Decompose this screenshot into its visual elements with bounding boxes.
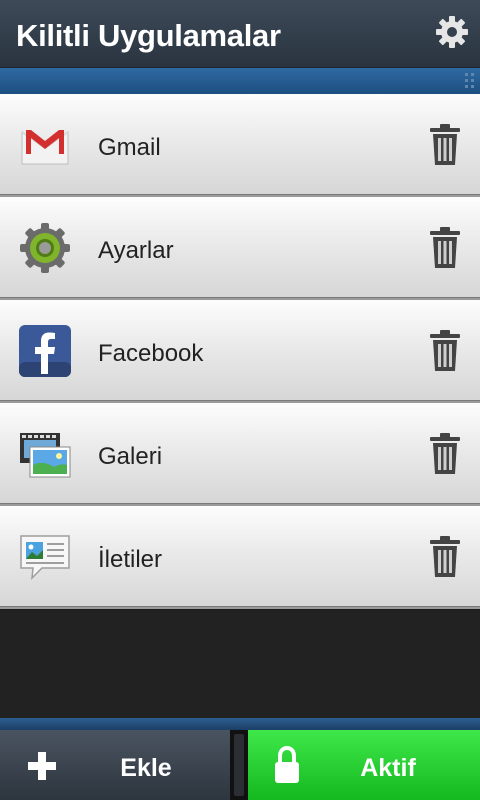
list-item-iletiler[interactable]: İletiler: [0, 506, 480, 609]
active-button-label: Aktif: [360, 754, 416, 782]
app-name: Gmail: [98, 134, 161, 161]
list-item-galeri[interactable]: Galeri: [0, 403, 480, 506]
list-item-facebook[interactable]: Facebook: [0, 300, 480, 403]
app-name: Ayarlar: [98, 237, 174, 264]
trash-icon[interactable]: [428, 433, 462, 475]
footer-divider-strip: [0, 718, 480, 730]
app-name: Facebook: [98, 340, 204, 367]
list-item-gmail[interactable]: Gmail: [0, 94, 480, 197]
page-title: Kilitli Uygulamalar: [16, 18, 281, 53]
settings-button[interactable]: [434, 14, 470, 50]
active-toggle-button[interactable]: Aktif: [248, 730, 480, 800]
plus-icon: [28, 752, 56, 780]
add-button-label: Ekle: [120, 754, 172, 782]
gmail-icon: [21, 130, 69, 165]
gallery-icon: [20, 433, 71, 478]
app-header: Kilitli Uygulamalar: [0, 0, 480, 68]
locked-apps-list: Gmail Ayarlar Facebook Galeri İletiler: [0, 94, 480, 609]
add-button[interactable]: Ekle: [0, 730, 230, 800]
messages-icon: [20, 535, 70, 581]
header-divider-strip: [0, 68, 480, 94]
list-item-ayarlar[interactable]: Ayarlar: [0, 197, 480, 300]
trash-icon[interactable]: [428, 330, 462, 372]
empty-list-area: [0, 610, 480, 718]
gear-icon: [436, 16, 468, 48]
lock-icon: [275, 746, 299, 783]
footer-separator: [230, 730, 248, 800]
facebook-icon: [19, 325, 71, 377]
trash-icon[interactable]: [428, 124, 462, 166]
drag-grip-icon: [465, 73, 474, 88]
app-name: İletiler: [98, 546, 163, 573]
app-name: Galeri: [98, 443, 163, 470]
trash-icon[interactable]: [428, 536, 462, 578]
settings-app-icon: [20, 223, 70, 273]
trash-icon[interactable]: [428, 227, 462, 269]
